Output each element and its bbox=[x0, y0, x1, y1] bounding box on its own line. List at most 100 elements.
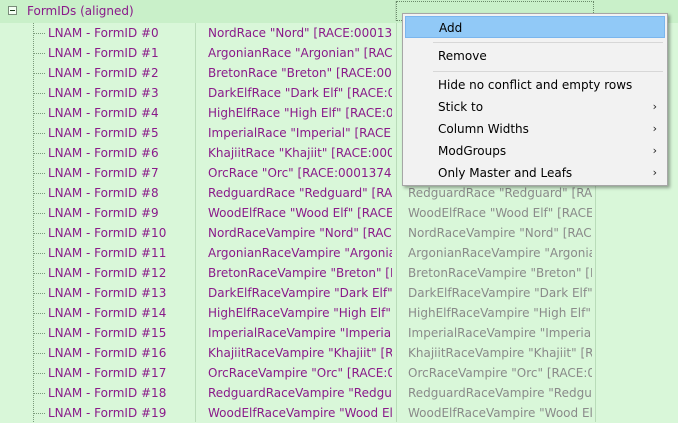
row-master-value[interactable]: ImperialRaceVampire "Imperial" ... bbox=[208, 326, 392, 340]
row-field-name: LNAM - FormID #18 bbox=[48, 386, 167, 400]
row-field-name: LNAM - FormID #16 bbox=[48, 346, 167, 360]
table-row[interactable]: LNAM - FormID #9 WoodElfRace "Wood Elf" [… bbox=[0, 203, 678, 223]
tree-branch-line bbox=[33, 193, 45, 194]
row-master-value[interactable]: RedguardRace "Redguard" [RAC... bbox=[208, 186, 392, 200]
tree-branch-line bbox=[33, 253, 45, 254]
row-master-value[interactable]: WoodElfRace "Wood Elf" [RACE:... bbox=[208, 206, 392, 220]
row-override-value[interactable]: NordRaceVampire "Nord" [RACE:... bbox=[408, 226, 592, 240]
table-row[interactable]: LNAM - FormID #15 ImperialRaceVampire "Im… bbox=[0, 323, 678, 343]
row-override-value[interactable]: ImperialRaceVampire "Imperial" ... bbox=[408, 326, 592, 340]
row-field-name: LNAM - FormID #7 bbox=[48, 166, 159, 180]
row-master-value[interactable]: DarkElfRaceVampire "Dark Elf" [R... bbox=[208, 286, 392, 300]
row-master-value[interactable]: RedguardRaceVampire "Redguar... bbox=[208, 386, 392, 400]
menu-item-modgroups[interactable]: ModGroups › bbox=[405, 140, 665, 162]
table-row[interactable]: LNAM - FormID #18 RedguardRaceVampire "Re… bbox=[0, 383, 678, 403]
row-master-value[interactable]: OrcRace "Orc" [RACE:00013747] bbox=[208, 166, 392, 180]
table-row[interactable]: LNAM - FormID #19 WoodElfRaceVampire "Woo… bbox=[0, 403, 678, 423]
menu-item-only-master-leafs-label: Only Master and Leafs bbox=[438, 166, 573, 180]
row-field-name: LNAM - FormID #17 bbox=[48, 366, 167, 380]
tree-branch-line bbox=[33, 133, 45, 134]
tree-branch-line bbox=[33, 153, 45, 154]
table-row[interactable]: LNAM - FormID #10 NordRaceVampire "Nord" … bbox=[0, 223, 678, 243]
submenu-arrow-icon: › bbox=[652, 166, 657, 179]
submenu-arrow-icon: › bbox=[652, 122, 657, 135]
row-override-value[interactable]: RedguardRaceVampire "Redguar... bbox=[408, 386, 592, 400]
row-override-value[interactable]: BretonRaceVampire "Breton" [R... bbox=[408, 266, 592, 280]
table-row[interactable]: LNAM - FormID #16 KhajiitRaceVampire "Kha… bbox=[0, 343, 678, 363]
menu-item-hide-no-conflict-label: Hide no conflict and empty rows bbox=[438, 78, 633, 92]
row-field-name: LNAM - FormID #15 bbox=[48, 326, 167, 340]
tree-branch-line bbox=[33, 333, 45, 334]
tree-branch-line bbox=[33, 313, 45, 314]
tree-branch-line bbox=[33, 93, 45, 94]
header-cell-master[interactable] bbox=[195, 1, 396, 21]
tree-branch-line bbox=[33, 273, 45, 274]
table-row[interactable]: LNAM - FormID #12 BretonRaceVampire "Bret… bbox=[0, 263, 678, 283]
row-master-value[interactable]: ArgonianRace "Argonian" [RACE... bbox=[208, 46, 392, 60]
tree-branch-line bbox=[33, 413, 45, 414]
tree-branch-line bbox=[33, 173, 45, 174]
table-row[interactable]: LNAM - FormID #8 RedguardRace "Redguard" … bbox=[0, 183, 678, 203]
tree-branch-line bbox=[33, 73, 45, 74]
row-override-value[interactable]: RedguardRace "Redguard" [RAC... bbox=[408, 186, 592, 200]
tree-branch-line bbox=[33, 293, 45, 294]
row-override-value[interactable]: KhajiitRaceVampire "Khajiit" [RA... bbox=[408, 346, 592, 360]
submenu-arrow-icon: › bbox=[652, 144, 657, 157]
row-master-value[interactable]: BretonRaceVampire "Breton" [R... bbox=[208, 266, 392, 280]
menu-item-hide-no-conflict[interactable]: Hide no conflict and empty rows bbox=[405, 74, 665, 96]
table-row[interactable]: LNAM - FormID #17 OrcRaceVampire "Orc" [R… bbox=[0, 363, 678, 383]
tree-branch-line bbox=[33, 113, 45, 114]
row-override-value[interactable]: HighElfRaceVampire "High Elf" [R... bbox=[408, 306, 592, 320]
tree-branch-line bbox=[33, 373, 45, 374]
row-override-value[interactable]: WoodElfRace "Wood Elf" [RACE:... bbox=[408, 206, 592, 220]
row-master-value[interactable]: KhajiitRace "Khajiit" [RACE:00013... bbox=[208, 146, 392, 160]
row-master-value[interactable]: NordRaceVampire "Nord" [RACE:... bbox=[208, 226, 392, 240]
row-master-value[interactable]: OrcRaceVampire "Orc" [RACE:00... bbox=[208, 366, 392, 380]
tree-branch-line bbox=[33, 353, 45, 354]
submenu-arrow-icon: › bbox=[652, 100, 657, 113]
tree-branch-line bbox=[33, 233, 45, 234]
table-row[interactable]: LNAM - FormID #13 DarkElfRaceVampire "Dar… bbox=[0, 283, 678, 303]
row-master-value[interactable]: ArgonianRaceVampire "Argonia... bbox=[208, 246, 392, 260]
row-override-value[interactable]: WoodElfRaceVampire "Wood Elf... bbox=[408, 406, 592, 420]
row-override-value[interactable]: DarkElfRaceVampire "Dark Elf" [R... bbox=[408, 286, 592, 300]
menu-separator bbox=[433, 42, 663, 43]
menu-item-remove[interactable]: Remove bbox=[405, 45, 665, 67]
tree-branch-line bbox=[33, 213, 45, 214]
menu-item-only-master-leafs[interactable]: Only Master and Leafs › bbox=[405, 162, 665, 184]
menu-item-add-label: Add bbox=[439, 21, 463, 35]
row-master-value[interactable]: ImperialRace "Imperial" [RACE:0... bbox=[208, 126, 392, 140]
row-field-name: LNAM - FormID #6 bbox=[48, 146, 159, 160]
tree-branch-line bbox=[33, 33, 45, 34]
row-master-value[interactable]: WoodElfRaceVampire "Wood Elf... bbox=[208, 406, 392, 420]
row-field-name: LNAM - FormID #5 bbox=[48, 126, 159, 140]
row-field-name: LNAM - FormID #10 bbox=[48, 226, 167, 240]
row-field-name: LNAM - FormID #14 bbox=[48, 306, 167, 320]
row-master-value[interactable]: DarkElfRace "Dark Elf" [RACE:00... bbox=[208, 86, 392, 100]
row-field-name: LNAM - FormID #1 bbox=[48, 46, 159, 60]
row-field-name: LNAM - FormID #2 bbox=[48, 66, 159, 80]
formids-header-label: FormIDs (aligned) bbox=[27, 4, 134, 18]
menu-item-column-widths[interactable]: Column Widths › bbox=[405, 118, 665, 140]
row-field-name: LNAM - FormID #11 bbox=[48, 246, 167, 260]
row-master-value[interactable]: NordRace "Nord" [RACE:0001374... bbox=[208, 26, 392, 40]
menu-separator bbox=[433, 71, 663, 72]
row-field-name: LNAM - FormID #4 bbox=[48, 106, 159, 120]
row-override-value[interactable]: OrcRaceVampire "Orc" [RACE:00... bbox=[408, 366, 592, 380]
row-field-name: LNAM - FormID #8 bbox=[48, 186, 159, 200]
row-master-value[interactable]: BretonRace "Breton" [RACE:0001... bbox=[208, 66, 392, 80]
tree-branch-line bbox=[33, 393, 45, 394]
row-master-value[interactable]: HighElfRace "High Elf" [RACE:000... bbox=[208, 106, 392, 120]
row-master-value[interactable]: HighElfRaceVampire "High Elf" [R... bbox=[208, 306, 392, 320]
menu-item-remove-label: Remove bbox=[438, 49, 487, 63]
menu-item-stick-to[interactable]: Stick to › bbox=[405, 96, 665, 118]
row-field-name: LNAM - FormID #0 bbox=[48, 26, 159, 40]
row-override-value[interactable]: ArgonianRaceVampire "Argonia... bbox=[408, 246, 592, 260]
row-field-name: LNAM - FormID #13 bbox=[48, 286, 167, 300]
menu-item-column-widths-label: Column Widths bbox=[438, 122, 529, 136]
table-row[interactable]: LNAM - FormID #11 ArgonianRaceVampire "Ar… bbox=[0, 243, 678, 263]
row-master-value[interactable]: KhajiitRaceVampire "Khajiit" [RA... bbox=[208, 346, 392, 360]
table-row[interactable]: LNAM - FormID #14 HighElfRaceVampire "Hig… bbox=[0, 303, 678, 323]
collapse-icon[interactable] bbox=[8, 6, 17, 15]
menu-item-add[interactable]: Add bbox=[405, 16, 665, 38]
